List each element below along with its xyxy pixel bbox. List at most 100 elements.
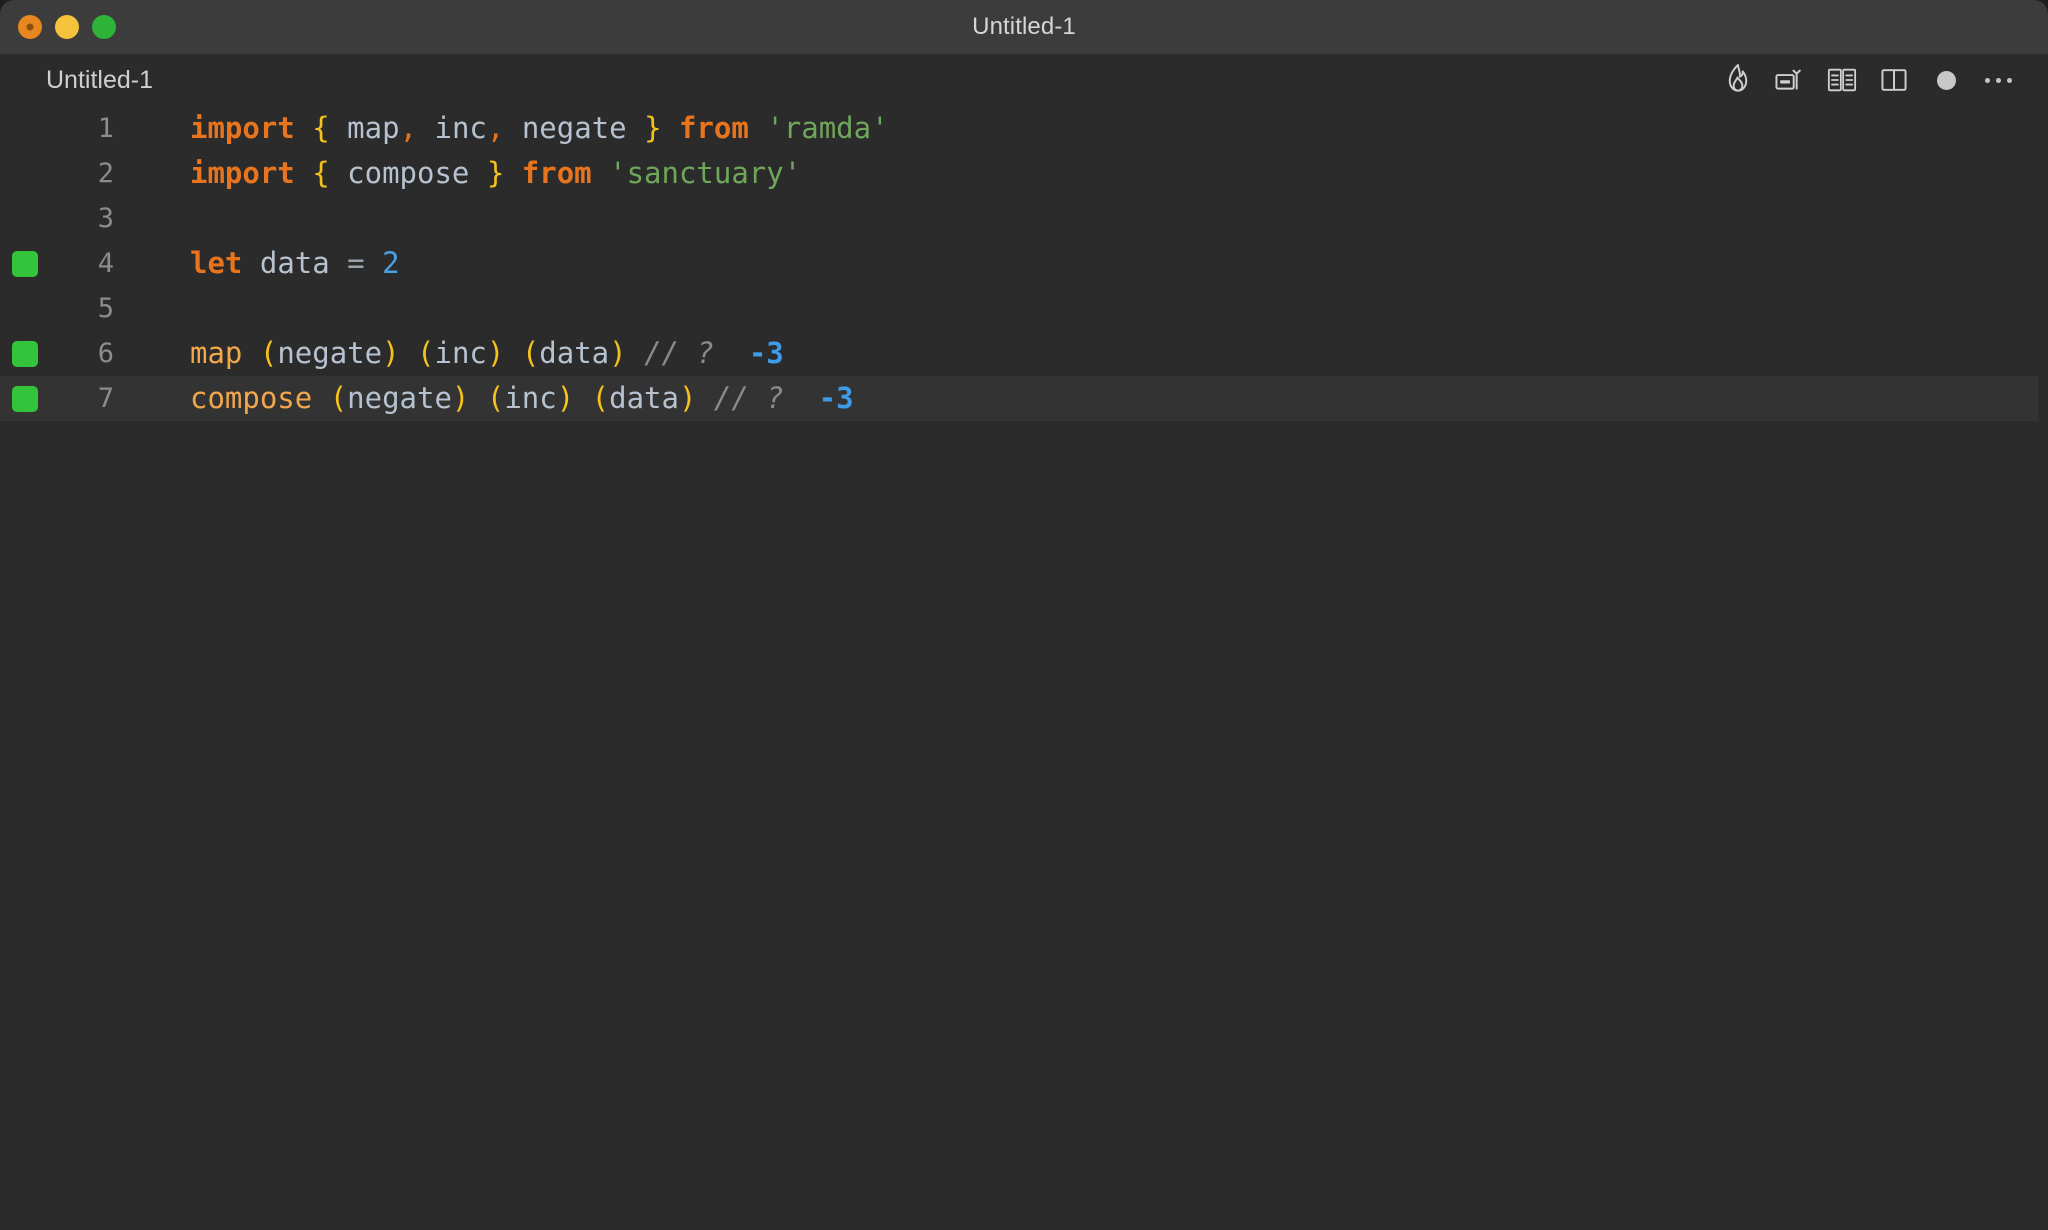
code-token: from — [521, 156, 592, 190]
maximize-window-button[interactable] — [92, 15, 116, 39]
code-token: 'sanctuary' — [609, 156, 802, 190]
code-token: ( — [417, 336, 435, 370]
editor-header: Untitled-1 — [0, 54, 2048, 106]
code-token: compose — [190, 381, 313, 415]
code-token: { — [312, 156, 330, 190]
application-window: Untitled-1 Untitled-1 1 import {map, in… — [0, 0, 2048, 1230]
code-editor-surface[interactable]: 1 import { map, inc, negate } from 'ramda… — [0, 106, 2048, 1230]
code-token: = — [347, 246, 365, 280]
code-token: map — [190, 336, 243, 370]
code-line[interactable]: 2 import { compose } from 'sanctuary' — [0, 151, 2048, 196]
close-window-button[interactable] — [18, 15, 42, 39]
code-token: } — [644, 111, 662, 145]
code-token: data — [609, 381, 679, 415]
more-actions-icon[interactable] — [1972, 57, 2024, 103]
quokka-flame-icon[interactable] — [1712, 57, 1764, 103]
code-token: ) — [451, 381, 470, 415]
code-token: inc — [504, 381, 557, 415]
line-code[interactable]: let data = 2 — [190, 241, 400, 286]
code-token: // ? — [713, 381, 784, 415]
code-token: ) — [609, 336, 627, 370]
line-number: 4 — [97, 248, 114, 279]
code-token: negate — [347, 381, 452, 415]
code-token: 2 — [382, 246, 400, 280]
window-title: Untitled-1 — [972, 13, 1076, 40]
code-token: , — [399, 111, 418, 145]
coverage-marker-cell[interactable] — [12, 385, 38, 412]
coverage-marker-icon — [12, 385, 38, 412]
code-token: ) — [678, 381, 697, 415]
code-token: , — [486, 111, 505, 145]
code-token: inc — [434, 111, 487, 145]
code-token: data — [539, 336, 610, 370]
run-code-lens-icon[interactable] — [1764, 57, 1816, 103]
code-token: ) — [556, 381, 575, 415]
code-token: import — [190, 111, 295, 145]
minimize-window-button[interactable] — [55, 15, 79, 39]
code-token: -3 — [818, 381, 854, 415]
line-code[interactable]: import { compose } from 'sanctuary' — [190, 151, 801, 196]
code-token: data — [259, 246, 330, 280]
code-token: inc — [434, 336, 487, 370]
line-code[interactable]: compose (negate) (inc) (data) // ? -3 — [190, 376, 854, 421]
code-token: ( — [486, 381, 505, 415]
split-editor-icon[interactable] — [1868, 57, 1920, 103]
code-line[interactable]: 5 — [0, 286, 2048, 331]
line-number: 7 — [97, 383, 114, 414]
code-lines-container: 1 import { map, inc, negate } from 'ramda… — [0, 106, 2048, 421]
code-token: let — [190, 246, 243, 280]
editor-toolbar — [1712, 57, 2024, 103]
code-token: negate — [521, 111, 627, 145]
code-line[interactable]: 6 map (negate) (inc) (data) // ? -3 — [0, 331, 2048, 376]
coverage-marker-cell[interactable] — [12, 250, 38, 277]
code-token: ( — [521, 336, 540, 370]
code-token: 'ramda' — [766, 111, 889, 145]
line-number: 2 — [97, 158, 114, 189]
ellipsis-glyph — [1984, 77, 2012, 83]
code-token: ( — [591, 381, 610, 415]
coverage-marker-icon — [12, 250, 38, 277]
coverage-marker-cell[interactable] — [12, 340, 38, 367]
code-token: ) — [382, 336, 400, 370]
code-line[interactable]: 3 — [0, 196, 2048, 241]
code-token: ( — [259, 336, 278, 370]
code-line[interactable]: 4 let data = 2 — [0, 241, 2048, 286]
code-token: ) — [486, 336, 505, 370]
code-line[interactable]: 7 compose (negate) (inc) (data) // ? -3 — [0, 376, 2048, 421]
open-book-icon[interactable] — [1816, 57, 1868, 103]
line-code[interactable]: import { map, inc, negate } from 'ramda' — [190, 106, 889, 151]
code-token: -3 — [748, 336, 784, 370]
unsaved-dot-icon[interactable] — [1920, 57, 1972, 103]
traffic-light-buttons — [18, 0, 116, 54]
line-number: 3 — [97, 203, 114, 234]
code-token: ( — [329, 381, 348, 415]
code-token: // ? — [644, 336, 714, 370]
line-code[interactable]: map (negate) (inc) (data) // ? -3 — [190, 331, 784, 376]
title-bar: Untitled-1 — [0, 0, 2048, 54]
code-token: { — [312, 111, 330, 145]
vertical-scrollbar[interactable] — [2040, 106, 2048, 1230]
code-line[interactable]: 1 import { map, inc, negate } from 'ramda… — [0, 106, 2048, 151]
